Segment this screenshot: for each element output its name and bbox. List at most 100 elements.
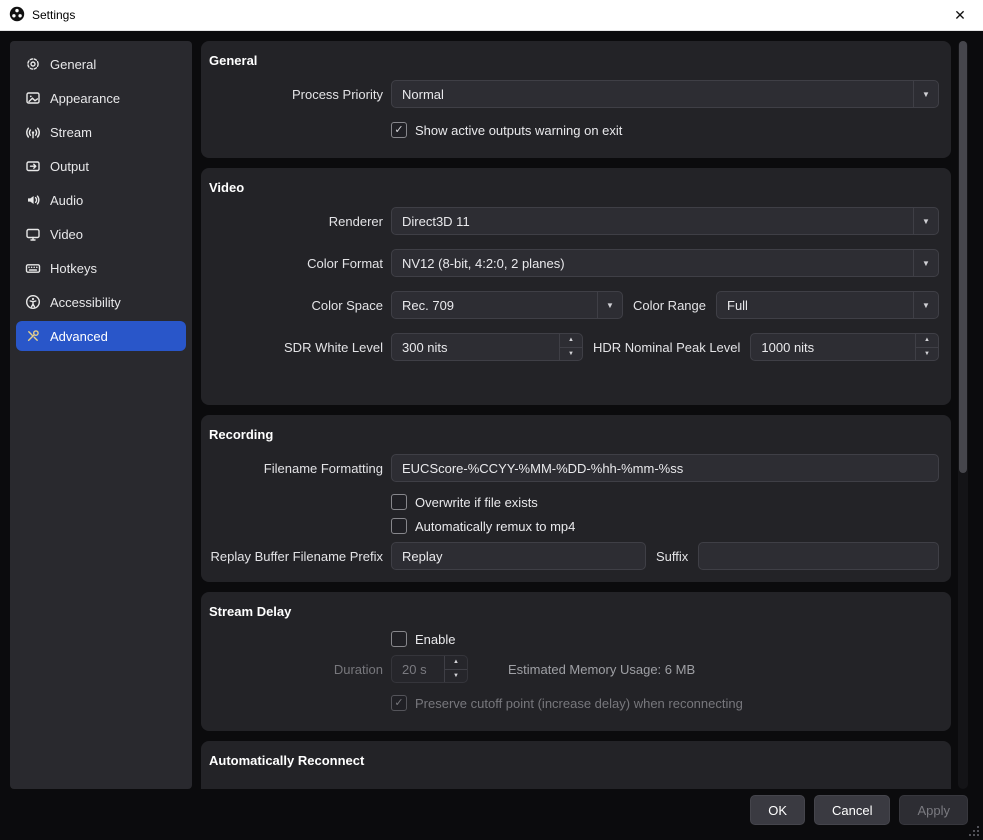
color-range-select[interactable]: Full ▼ [716, 291, 939, 319]
ok-button[interactable]: OK [750, 795, 805, 825]
sidebar-item-accessibility[interactable]: Accessibility [16, 287, 186, 317]
section-video: Video Renderer Direct3D 11 ▼ Color Forma… [201, 168, 951, 405]
enable-row: Enable [207, 631, 939, 647]
filename-input[interactable]: EUCScore-%CCYY-%MM-%DD-%hh-%mm-%ss [391, 454, 939, 482]
spin-down-icon[interactable]: ▼ [916, 347, 938, 361]
remux-checkbox-wrap: Automatically remux to mp4 [391, 518, 939, 534]
remux-row: Automatically remux to mp4 [207, 518, 939, 534]
replay-prefix-input[interactable]: Replay [391, 542, 646, 570]
apply-button: Apply [899, 795, 968, 825]
renderer-select[interactable]: Direct3D 11 ▼ [391, 207, 939, 235]
color-range-value: Full [717, 298, 913, 313]
enable-checkbox-wrap: Enable [391, 631, 939, 647]
color-space-select[interactable]: Rec. 709 ▼ [391, 291, 623, 319]
color-format-label: Color Format [207, 256, 383, 271]
section-heading: Recording [207, 419, 939, 454]
replay-prefix-row: Replay Buffer Filename Prefix Replay Suf… [207, 542, 939, 570]
overwrite-label: Overwrite if file exists [415, 495, 538, 510]
sidebar-item-label: Video [50, 227, 83, 242]
sidebar-item-label: Audio [50, 193, 83, 208]
sidebar-item-label: Accessibility [50, 295, 121, 310]
color-format-row: Color Format NV12 (8-bit, 4:2:0, 2 plane… [207, 249, 939, 277]
output-icon [24, 158, 41, 175]
section-heading: Stream Delay [207, 596, 939, 631]
obs-logo-icon [9, 6, 25, 25]
sidebar-item-appearance[interactable]: Appearance [16, 83, 186, 113]
spin-up-icon[interactable]: ▲ [560, 334, 582, 347]
warning-checkbox-label: Show active outputs warning on exit [415, 123, 622, 138]
process-priority-value: Normal [392, 87, 913, 102]
hdr-peak-label: HDR Nominal Peak Level [593, 340, 740, 355]
section-heading: Video [207, 172, 939, 207]
section-stream-delay: Stream Delay Enable Duration 20 s ▲ ▼ [201, 592, 951, 731]
gear-icon [24, 56, 41, 73]
vertical-scrollbar[interactable] [958, 41, 968, 789]
process-priority-select[interactable]: Normal ▼ [391, 80, 939, 108]
color-space-value: Rec. 709 [392, 298, 597, 313]
cancel-button[interactable]: Cancel [814, 795, 890, 825]
section-heading: General [207, 45, 939, 80]
sdr-white-spinner[interactable]: 300 nits ▲ ▼ [391, 333, 583, 361]
remux-checkbox[interactable] [391, 518, 407, 534]
suffix-input[interactable] [698, 542, 939, 570]
settings-window: Settings ✕ General Appearance Stream [0, 0, 983, 840]
sdr-white-row: SDR White Level 300 nits ▲ ▼ HDR Nominal… [207, 333, 939, 361]
spin-up-icon[interactable]: ▲ [916, 334, 938, 347]
color-space-fields: Rec. 709 ▼ Color Range Full ▼ [391, 291, 939, 319]
settings-sidebar: General Appearance Stream Output Audio [10, 41, 192, 789]
renderer-row: Renderer Direct3D 11 ▼ [207, 207, 939, 235]
close-icon[interactable]: ✕ [937, 0, 983, 31]
sidebar-item-video[interactable]: Video [16, 219, 186, 249]
check-icon: ✓ [394, 125, 403, 136]
sidebar-item-stream[interactable]: Stream [16, 117, 186, 147]
preserve-checkbox: ✓ [391, 695, 407, 711]
appearance-icon [24, 90, 41, 107]
chevron-down-icon[interactable]: ▼ [913, 208, 938, 234]
sidebar-item-advanced[interactable]: Advanced [16, 321, 186, 351]
spinner-buttons: ▲ ▼ [559, 334, 582, 360]
color-range-label: Color Range [633, 298, 706, 313]
remux-label: Automatically remux to mp4 [415, 519, 575, 534]
overwrite-row: Overwrite if file exists [207, 494, 939, 510]
chevron-down-icon[interactable]: ▼ [913, 81, 938, 107]
filename-label: Filename Formatting [207, 461, 383, 476]
renderer-value: Direct3D 11 [392, 214, 913, 229]
sidebar-item-output[interactable]: Output [16, 151, 186, 181]
accessibility-icon [24, 294, 41, 311]
display-icon [24, 226, 41, 243]
warning-checkbox-row: ✓ Show active outputs warning on exit [207, 122, 939, 138]
overwrite-checkbox[interactable] [391, 494, 407, 510]
chevron-down-icon[interactable]: ▼ [913, 292, 938, 318]
spinner-buttons: ▲ ▼ [915, 334, 938, 360]
scrollbar-thumb[interactable] [959, 41, 967, 473]
sidebar-item-audio[interactable]: Audio [16, 185, 186, 215]
sidebar-item-general[interactable]: General [16, 49, 186, 79]
sidebar-item-hotkeys[interactable]: Hotkeys [16, 253, 186, 283]
color-space-row: Color Space Rec. 709 ▼ Color Range Full … [207, 291, 939, 319]
chevron-down-icon[interactable]: ▼ [597, 292, 622, 318]
antenna-icon [24, 124, 41, 141]
preserve-row: ✓ Preserve cutoff point (increase delay)… [207, 695, 939, 711]
color-format-value: NV12 (8-bit, 4:2:0, 2 planes) [392, 256, 913, 271]
hdr-peak-spinner[interactable]: 1000 nits ▲ ▼ [750, 333, 939, 361]
preserve-checkbox-wrap: ✓ Preserve cutoff point (increase delay)… [391, 695, 939, 711]
dialog-footer: OK Cancel Apply [750, 795, 968, 825]
memory-usage-text: Estimated Memory Usage: 6 MB [508, 662, 695, 677]
resize-grip-icon[interactable] [969, 826, 979, 836]
titlebar: Settings ✕ [0, 0, 983, 31]
sidebar-item-label: General [50, 57, 96, 72]
process-priority-row: Process Priority Normal ▼ [207, 80, 939, 108]
sdr-white-label: SDR White Level [207, 340, 383, 355]
color-format-select[interactable]: NV12 (8-bit, 4:2:0, 2 planes) ▼ [391, 249, 939, 277]
chevron-down-icon[interactable]: ▼ [913, 250, 938, 276]
sidebar-item-label: Advanced [50, 329, 108, 344]
spin-down-icon[interactable]: ▼ [560, 347, 582, 361]
duration-value: 20 s [392, 656, 444, 682]
section-reconnect: Automatically Reconnect [201, 741, 951, 789]
overwrite-checkbox-wrap: Overwrite if file exists [391, 494, 939, 510]
enable-checkbox[interactable] [391, 631, 407, 647]
hdr-peak-value: 1000 nits [751, 334, 915, 360]
process-priority-label: Process Priority [207, 87, 383, 102]
warning-checkbox[interactable]: ✓ [391, 122, 407, 138]
suffix-label: Suffix [656, 549, 688, 564]
